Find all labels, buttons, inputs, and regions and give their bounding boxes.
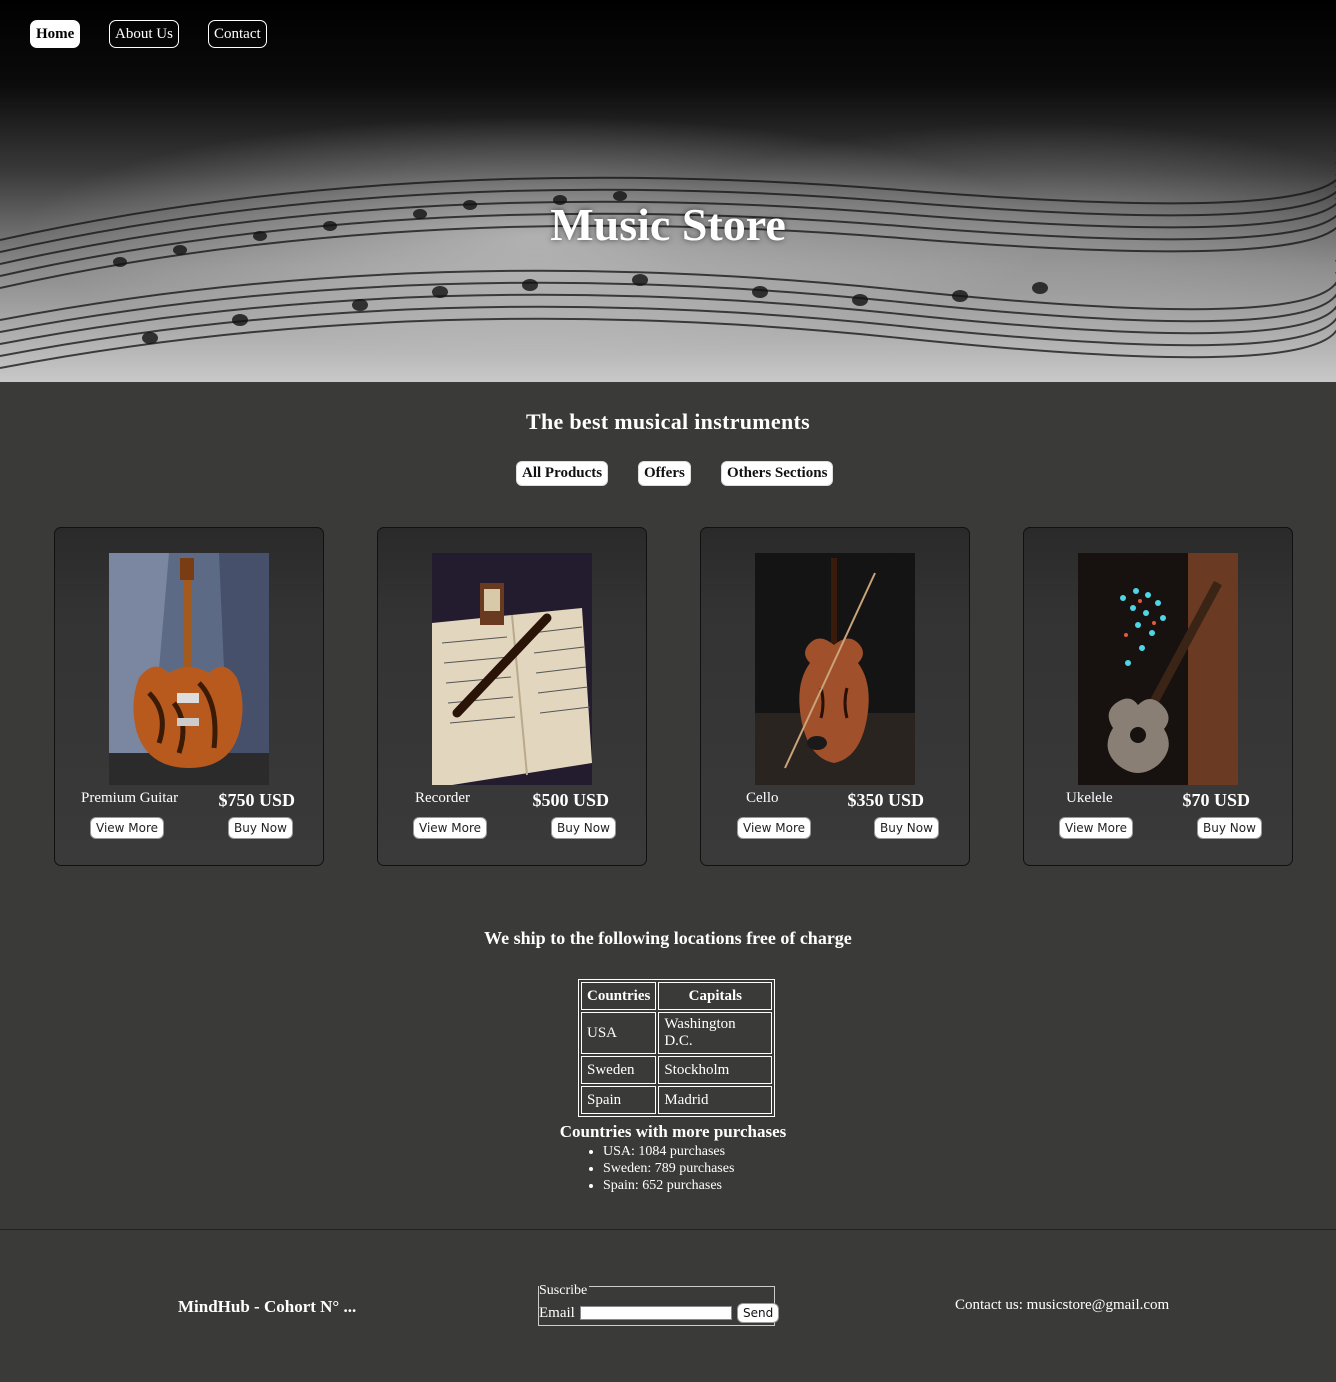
list-item: Spain: 652 purchases — [603, 1177, 734, 1194]
tab-offers[interactable]: Offers — [638, 461, 691, 486]
subscribe-form: Suscribe Email Send — [538, 1283, 780, 1326]
nav-about-button[interactable]: About Us — [109, 20, 179, 48]
contact-email: Contact us: musicstore@gmail.com — [955, 1297, 1170, 1313]
table-row: USA Washington D.C. — [581, 1012, 773, 1054]
product-price: $750 USD — [218, 790, 295, 810]
view-more-button[interactable]: View More — [90, 817, 165, 839]
catalog-tabs: All Products Offers Others Sections — [0, 461, 1336, 487]
product-name: Recorder — [415, 790, 470, 806]
buy-now-button[interactable]: Buy Now — [1197, 817, 1262, 839]
tab-all-products[interactable]: All Products — [516, 461, 609, 486]
product-name: Cello — [746, 790, 779, 806]
country-cell: Spain — [581, 1086, 657, 1114]
country-cell: USA — [581, 1012, 657, 1054]
view-more-button[interactable]: View More — [413, 817, 488, 839]
ukelele-photo — [1078, 553, 1238, 785]
purchases-list: USA: 1084 purchases Sweden: 789 purchase… — [585, 1143, 734, 1194]
email-label: Email — [539, 1305, 575, 1321]
footer-brand: MindHub - Cohort N° ... — [178, 1297, 357, 1316]
tab-others-sections[interactable]: Others Sections — [721, 461, 834, 486]
footer-divider — [0, 1229, 1336, 1230]
product-price: $500 USD — [532, 790, 609, 810]
product-card-recorder: Recorder $500 USD View More Buy Now — [377, 527, 647, 866]
product-name: Premium Guitar — [81, 790, 179, 806]
buy-now-button[interactable]: Buy Now — [551, 817, 616, 839]
hero-banner: Home About Us Contact Music Store — [0, 0, 1336, 382]
table-row: Spain Madrid — [581, 1086, 773, 1114]
cello-photo — [755, 553, 915, 785]
table-header-capitals: Capitals — [658, 982, 773, 1010]
recorder-photo — [432, 553, 592, 785]
catalog-heading: The best musical instruments — [525, 409, 811, 434]
sheet-music-background — [0, 150, 1336, 369]
capital-cell: Madrid — [658, 1086, 773, 1114]
table-row: Sweden Stockholm — [581, 1056, 773, 1084]
list-item: USA: 1084 purchases — [603, 1143, 734, 1160]
capital-cell: Washington D.C. — [658, 1012, 773, 1054]
list-item: Sweden: 789 purchases — [603, 1160, 734, 1177]
product-name: Ukelele — [1066, 790, 1113, 806]
product-card-ukelele: Ukelele $70 USD View More Buy Now — [1023, 527, 1293, 866]
nav-home-button[interactable]: Home — [30, 20, 81, 48]
email-field[interactable] — [580, 1306, 732, 1320]
product-price: $350 USD — [847, 790, 924, 810]
shipping-table: Countries Capitals USA Washington D.C. S… — [578, 979, 776, 1117]
product-price: $70 USD — [1182, 790, 1250, 810]
send-button[interactable]: Send — [737, 1303, 780, 1323]
nav-contact-button[interactable]: Contact — [208, 20, 267, 48]
subscribe-legend: Suscribe — [539, 1283, 590, 1298]
shipping-title: We ship to the following locations free … — [484, 928, 852, 948]
buy-now-button[interactable]: Buy Now — [874, 817, 939, 839]
table-header-countries: Countries — [581, 982, 657, 1010]
capital-cell: Stockholm — [658, 1056, 773, 1084]
guitar-photo — [109, 553, 269, 785]
country-cell: Sweden — [581, 1056, 657, 1084]
view-more-button[interactable]: View More — [1059, 817, 1134, 839]
purchases-title: Countries with more purchases — [559, 1122, 787, 1141]
page-title: Music Store — [550, 199, 786, 250]
buy-now-button[interactable]: Buy Now — [228, 817, 293, 839]
product-card-cello: Cello $350 USD View More Buy Now — [700, 527, 970, 866]
view-more-button[interactable]: View More — [737, 817, 812, 839]
product-card-guitar: Premium Guitar $750 USD View More Buy No… — [54, 527, 324, 866]
